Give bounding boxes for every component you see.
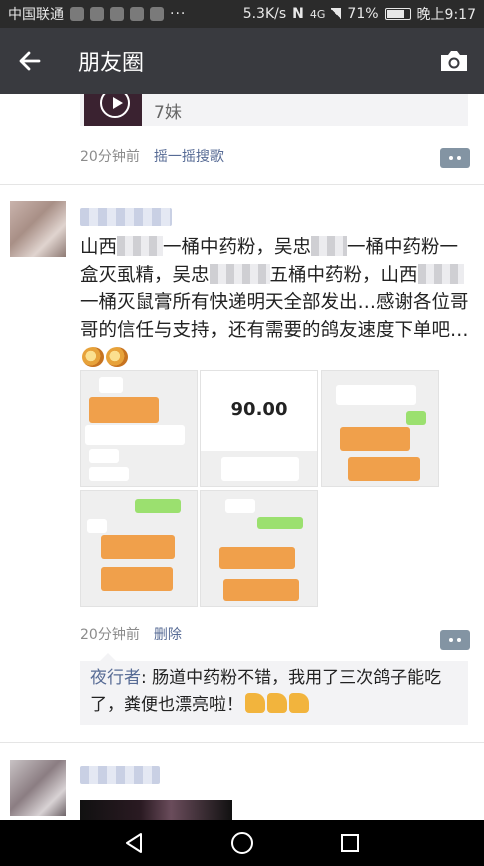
post-text-part: 一桶中药粉，吴忠 <box>163 237 312 258</box>
post-divider <box>0 742 484 743</box>
camera-icon <box>441 51 467 71</box>
notification-icon <box>70 7 84 21</box>
clock: 晚上9:17 <box>416 7 476 23</box>
post-image[interactable] <box>80 370 198 487</box>
post-text-part: 山西 <box>80 237 118 258</box>
comment-button[interactable] <box>440 630 470 650</box>
comment-button[interactable] <box>440 148 470 168</box>
nav-home-button[interactable] <box>222 823 262 863</box>
payment-amount: 90.00 <box>230 399 288 420</box>
post-meta: 20分钟前 摇一摇搜歌 <box>80 144 470 168</box>
post-text: 山西 一桶中药粉，吴忠 一桶中药粉一盒灭虱精，吴忠 五桶中药粉，山西一桶灭鼠膏所有快递… <box>80 234 470 372</box>
carrier-label: 中国联通 <box>8 7 64 23</box>
recents-square-icon <box>341 834 359 852</box>
post-text-part: 一桶灭鼠膏所有快递明天全部发出…感谢各位哥哥的信任与支持，还有需要的鸽友速度下单… <box>80 292 469 341</box>
snail-emoji-icon <box>82 347 104 367</box>
comment[interactable]: 夜行者: 肠道中药粉不错，我用了三次鸽子能吃了，粪便也漂亮啦！ <box>90 665 458 719</box>
dot-icon <box>457 156 461 160</box>
dot-icon <box>449 156 453 160</box>
play-icon <box>100 94 130 118</box>
redacted-text <box>311 236 348 256</box>
battery-icon <box>384 8 411 20</box>
shared-title: 7妹 <box>154 102 182 123</box>
video-notification-icon <box>150 7 164 21</box>
camera-notification-icon <box>130 7 144 21</box>
post-meta: 20分钟前 删除 <box>80 622 470 650</box>
back-button[interactable] <box>2 28 58 94</box>
username-redacted[interactable] <box>80 208 172 226</box>
lock-icon <box>110 7 124 21</box>
status-bar: 中国联通 ··· 5.3K/s N 4G 71% 晚上9:17 <box>0 0 484 28</box>
more-notifications-icon: ··· <box>170 6 187 22</box>
comment-text: : 肠道中药粉不错，我用了三次鸽子能吃了，粪便也漂亮啦！ <box>90 668 442 715</box>
post-divider <box>0 184 484 185</box>
nav-recents-button[interactable] <box>330 823 370 863</box>
battery-percent: 71% <box>347 6 379 22</box>
delete-link[interactable]: 删除 <box>154 624 182 644</box>
post-time: 20分钟前 <box>80 149 140 165</box>
redacted-text <box>417 263 464 284</box>
snail-emoji-icon <box>106 347 128 367</box>
source-link[interactable]: 摇一摇搜歌 <box>154 146 224 166</box>
redacted-text <box>117 236 164 256</box>
nav-back-button[interactable] <box>114 823 154 863</box>
thumbs-up-emoji-icon <box>289 693 309 713</box>
signal-icon <box>331 8 342 20</box>
home-circle-icon <box>231 832 253 854</box>
music-thumbnail <box>84 94 142 126</box>
net-speed: 5.3K/s <box>242 6 287 22</box>
dot-icon <box>449 638 453 642</box>
shared-music-card[interactable]: 7妹 <box>80 94 468 126</box>
back-triangle-icon <box>126 833 142 853</box>
signal-label: 4G <box>309 7 326 21</box>
post-text-part: 五桶中药粉，山西 <box>269 264 418 286</box>
redacted-text <box>209 263 270 284</box>
dot-icon <box>457 638 461 642</box>
back-arrow-icon <box>19 51 41 71</box>
page-title: 朋友圈 <box>78 51 145 76</box>
moments-feed[interactable]: 7妹 20分钟前 摇一摇搜歌 山西 一桶中药粉，吴忠 一桶中药粉一盒灭虱精，吴忠 五桶… <box>0 94 484 820</box>
camera-button[interactable] <box>424 28 484 94</box>
comments-box: 夜行者: 肠道中药粉不错，我用了三次鸽子能吃了，粪便也漂亮啦！ <box>80 653 468 725</box>
post-image[interactable] <box>200 490 318 607</box>
comment-author[interactable]: 夜行者 <box>90 668 141 688</box>
post-image[interactable] <box>80 490 198 607</box>
post-time: 20分钟前 <box>80 627 140 643</box>
username-redacted[interactable] <box>80 766 160 784</box>
post-image[interactable] <box>321 370 439 487</box>
avatar[interactable] <box>10 201 66 257</box>
app-header: 朋友圈 <box>0 28 484 94</box>
system-nav-bar <box>0 820 484 866</box>
thumbs-up-emoji-icon <box>245 693 265 713</box>
thumbs-up-emoji-icon <box>267 693 287 713</box>
post-image[interactable]: 90.00 <box>200 370 318 487</box>
nfc-icon: N <box>292 6 304 22</box>
redacted-content <box>80 800 232 820</box>
avatar[interactable] <box>10 760 66 816</box>
app-notification-icon <box>90 7 104 21</box>
